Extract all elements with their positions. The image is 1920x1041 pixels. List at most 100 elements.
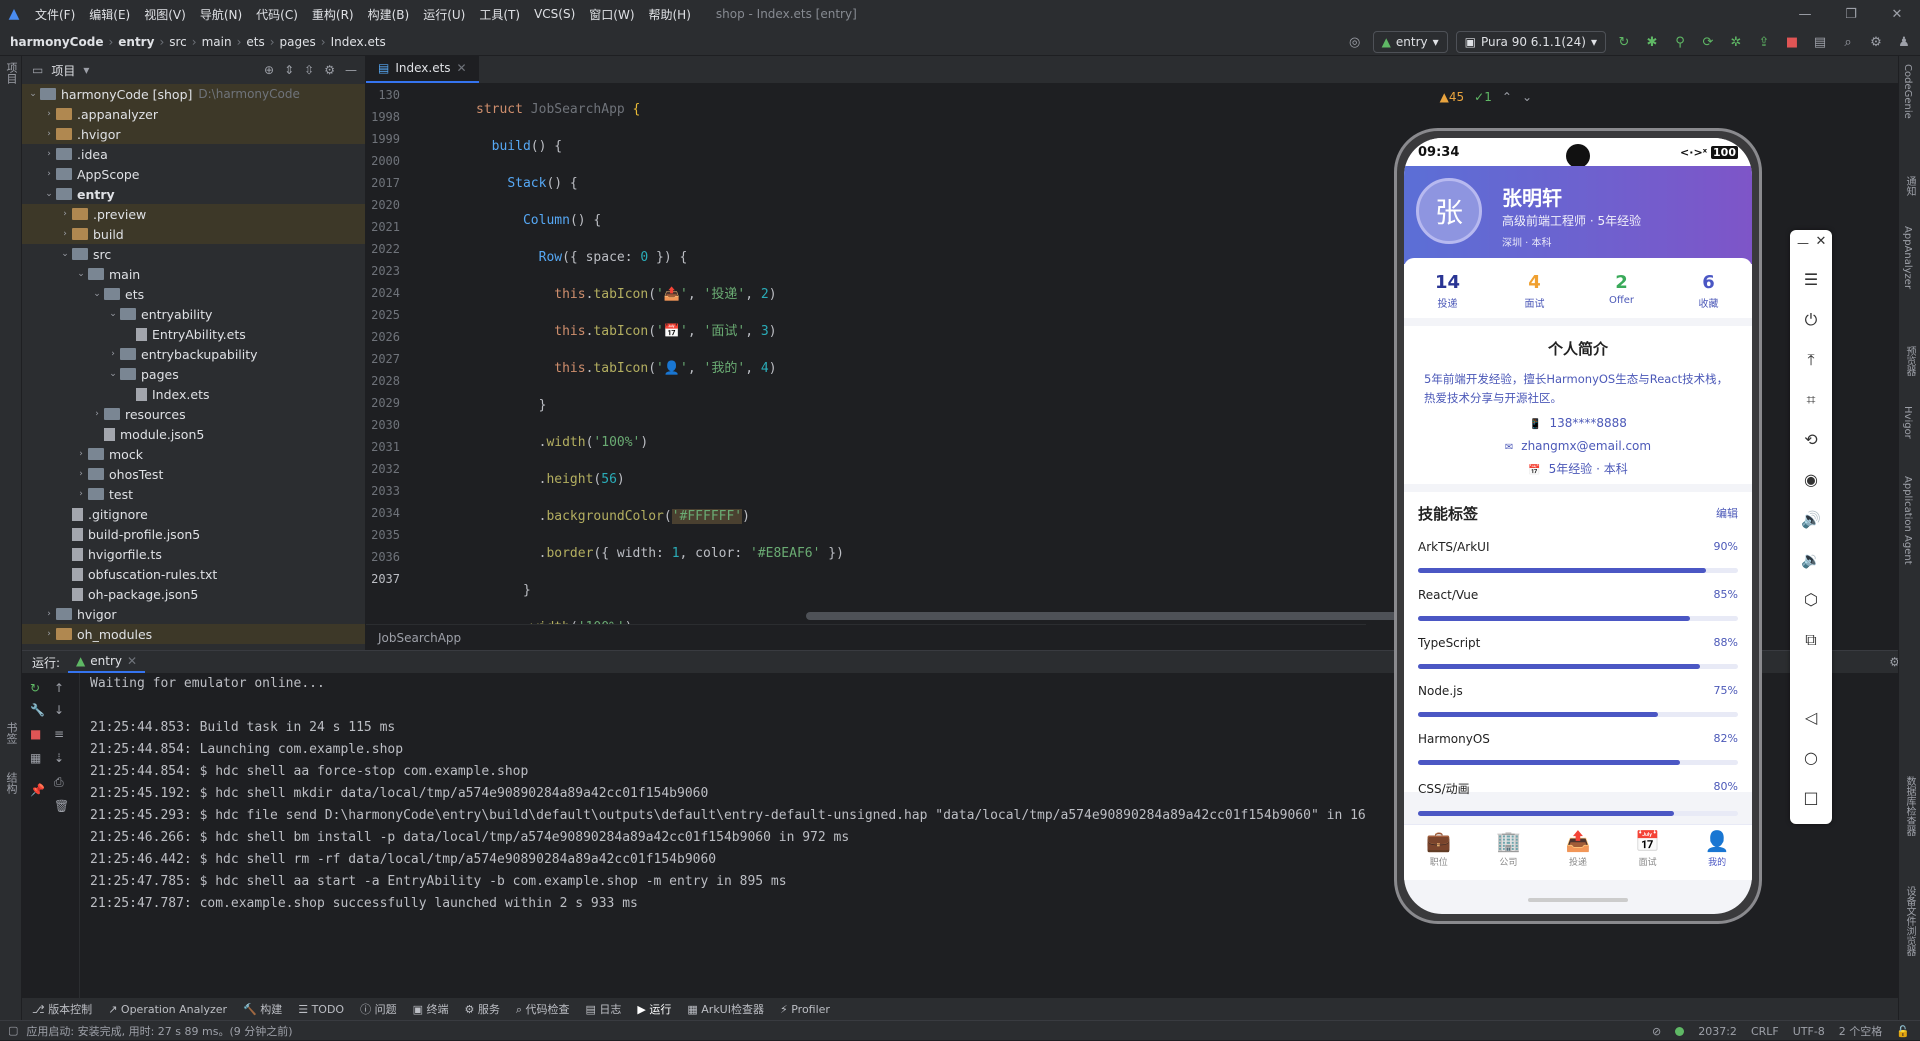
fold-icon[interactable]: ⬡ <box>1790 590 1832 609</box>
application-agent-tool-tab[interactable]: Application Agent <box>1902 476 1913 565</box>
tree-item[interactable]: › mock <box>22 444 365 464</box>
tree-item[interactable]: hvigorfile.ts <box>22 544 365 564</box>
expand-all-icon[interactable]: ⇕ <box>284 63 294 77</box>
minimize-icon[interactable]: — <box>1782 0 1828 28</box>
recents-icon[interactable]: □ <box>1790 788 1832 807</box>
editor-tab-index[interactable]: ▤ Index.ets ✕ <box>366 55 479 83</box>
menu-navigate[interactable]: 导航(N) <box>193 6 249 23</box>
code-area[interactable]: struct JobSearchApp { build() { Stack() … <box>476 84 1376 931</box>
chevron-right-icon[interactable]: › <box>42 149 56 159</box>
bottom-tool-tab[interactable]: ▦ ArkUI检查器 <box>687 1001 764 1017</box>
print-icon[interactable]: ⎙ <box>54 775 64 790</box>
device-file-browser-tool-tab[interactable]: 设备文件浏览器 <box>1902 886 1917 956</box>
tree-item[interactable]: › .hvigor <box>22 124 365 144</box>
stat-item[interactable]: 6 收藏 <box>1665 258 1752 318</box>
chevron-down-icon[interactable]: ⌄ <box>26 89 40 99</box>
rerun-icon[interactable]: ↻ <box>30 681 40 695</box>
bottom-tool-tab[interactable]: ☰ TODO <box>298 1003 344 1016</box>
tree-item[interactable]: › oh_modules <box>22 624 365 644</box>
chevron-right-icon[interactable]: › <box>58 229 72 239</box>
chevron-down-icon[interactable]: ▾ <box>83 63 89 77</box>
tree-item[interactable]: ⌄ pages <box>22 364 365 384</box>
appanalyzer-tool-tab[interactable]: AppAnalyzer <box>1902 226 1913 289</box>
gear-icon[interactable]: ⚙ <box>324 63 335 77</box>
chevron-right-icon[interactable]: › <box>42 129 56 139</box>
soft-wrap-icon[interactable]: ≡ <box>54 727 64 741</box>
scroll-up-icon[interactable]: ↑ <box>54 681 64 695</box>
console-output[interactable]: Waiting for emulator online... 21:25:44.8… <box>90 673 1390 915</box>
close-icon[interactable]: ✕ <box>457 61 467 75</box>
volume-up-icon[interactable]: 🔊 <box>1790 510 1832 529</box>
notifications-tool-tab[interactable]: 通知 <box>1902 176 1917 196</box>
chevron-right-icon[interactable]: › <box>106 349 120 359</box>
tree-root[interactable]: ⌄ harmonyCode [shop] D:\harmonyCode <box>22 84 365 104</box>
codegenie-tool-tab[interactable]: CodeGenie <box>1902 64 1913 119</box>
wrench-icon[interactable]: 🔧 <box>30 703 45 717</box>
chevron-right-icon[interactable]: › <box>42 609 56 619</box>
tree-item[interactable]: ⌄ entry <box>22 184 365 204</box>
apply-changes-icon[interactable]: ⇪ <box>1754 32 1774 52</box>
tree-item[interactable]: module.json5 <box>22 424 365 444</box>
close-icon[interactable]: ✕ <box>1800 234 1842 249</box>
menu-build[interactable]: 构建(B) <box>361 6 417 23</box>
breadcrumb-item[interactable]: src <box>169 35 187 49</box>
tree-item[interactable]: ⌄ main <box>22 264 365 284</box>
chevron-down-icon[interactable]: ⌄ <box>106 309 120 319</box>
breadcrumb-item[interactable]: ets <box>246 35 264 49</box>
tree-item[interactable]: › ohosTest <box>22 464 365 484</box>
tree-item[interactable]: › build <box>22 224 365 244</box>
tree-item[interactable]: build-profile.json5 <box>22 524 365 544</box>
stop-icon[interactable]: ■ <box>30 727 41 741</box>
hvigor-tool-tab[interactable]: Hvigor <box>1902 406 1913 439</box>
bottom-tool-tab[interactable]: ▣ 终端 <box>413 1001 449 1017</box>
run-tab-entry[interactable]: ▲ entry ✕ <box>68 651 146 673</box>
breadcrumb-item[interactable]: Index.ets <box>331 35 386 49</box>
menu-edit[interactable]: 编辑(E) <box>82 6 137 23</box>
tree-item[interactable]: ⌄ src <box>22 244 365 264</box>
tree-item[interactable]: › resources <box>22 404 365 424</box>
rerun-icon[interactable]: ⟳ <box>1698 32 1718 52</box>
menu-window[interactable]: 窗口(W) <box>582 6 641 23</box>
bookmarks-tool-tab[interactable]: 书签 <box>3 722 19 744</box>
collapse-all-icon[interactable]: ⇳ <box>304 63 314 77</box>
bottom-tool-tab[interactable]: ▤ 日志 <box>586 1001 622 1017</box>
trash-icon[interactable]: 🗑 <box>54 799 69 813</box>
phone-tab-item[interactable]: 💼 职位 <box>1404 825 1474 880</box>
line-separator[interactable]: CRLF <box>1751 1025 1779 1038</box>
phone-tab-item[interactable]: 📤 投递 <box>1543 825 1613 880</box>
scroll-to-end-icon[interactable]: ⇣ <box>54 751 64 765</box>
chevron-right-icon[interactable]: › <box>42 169 56 179</box>
restore-icon[interactable]: ❐ <box>1828 0 1874 28</box>
volume-down-icon[interactable]: 🔉 <box>1790 550 1832 569</box>
pin-icon[interactable]: 📌 <box>30 783 45 797</box>
tree-item[interactable]: oh-package.json5 <box>22 584 365 604</box>
tree-item[interactable]: .gitignore <box>22 504 365 524</box>
menu-run[interactable]: 运行(U) <box>416 6 472 23</box>
tree-item[interactable]: › .idea <box>22 144 365 164</box>
menu-view[interactable]: 视图(V) <box>137 6 193 23</box>
tree-item[interactable]: › AppScope <box>22 164 365 184</box>
tree-item[interactable]: › entrybackupability <box>22 344 365 364</box>
upload-icon[interactable]: ⤒ <box>1790 350 1832 370</box>
status-message[interactable]: 应用启动: 安装完成, 用时: 27 s 89 ms。(9 分钟之前) <box>26 1023 292 1039</box>
menu-code[interactable]: 代码(C) <box>249 6 305 23</box>
chevron-right-icon[interactable]: › <box>74 489 88 499</box>
close-icon[interactable]: ✕ <box>1874 0 1920 28</box>
project-tool-tab[interactable]: 项目 <box>3 62 19 84</box>
stat-item[interactable]: 4 面试 <box>1491 258 1578 318</box>
skills-edit-button[interactable]: 编辑 <box>1716 505 1738 521</box>
chevron-right-icon[interactable]: › <box>74 469 88 479</box>
menu-refactor[interactable]: 重构(R) <box>305 6 361 23</box>
bottom-tool-tab[interactable]: ⎇ 版本控制 <box>32 1001 92 1017</box>
scroll-down-icon[interactable]: ↓ <box>54 703 64 717</box>
chevron-right-icon[interactable]: › <box>58 209 72 219</box>
attach-debugger-icon[interactable]: ⚲ <box>1670 32 1690 52</box>
bottom-tool-tab[interactable]: 🔨 构建 <box>243 1001 282 1017</box>
chevron-down-icon[interactable]: ⌄ <box>90 289 104 299</box>
breadcrumb-item[interactable]: harmonyCode <box>10 35 103 49</box>
stat-item[interactable]: 14 投递 <box>1404 258 1491 318</box>
bottom-tool-tab[interactable]: ⚙ 服务 <box>464 1001 499 1017</box>
horizontal-scrollbar[interactable] <box>806 612 1426 620</box>
account-icon[interactable]: ♟ <box>1894 32 1914 52</box>
close-icon[interactable]: ✕ <box>127 654 137 668</box>
